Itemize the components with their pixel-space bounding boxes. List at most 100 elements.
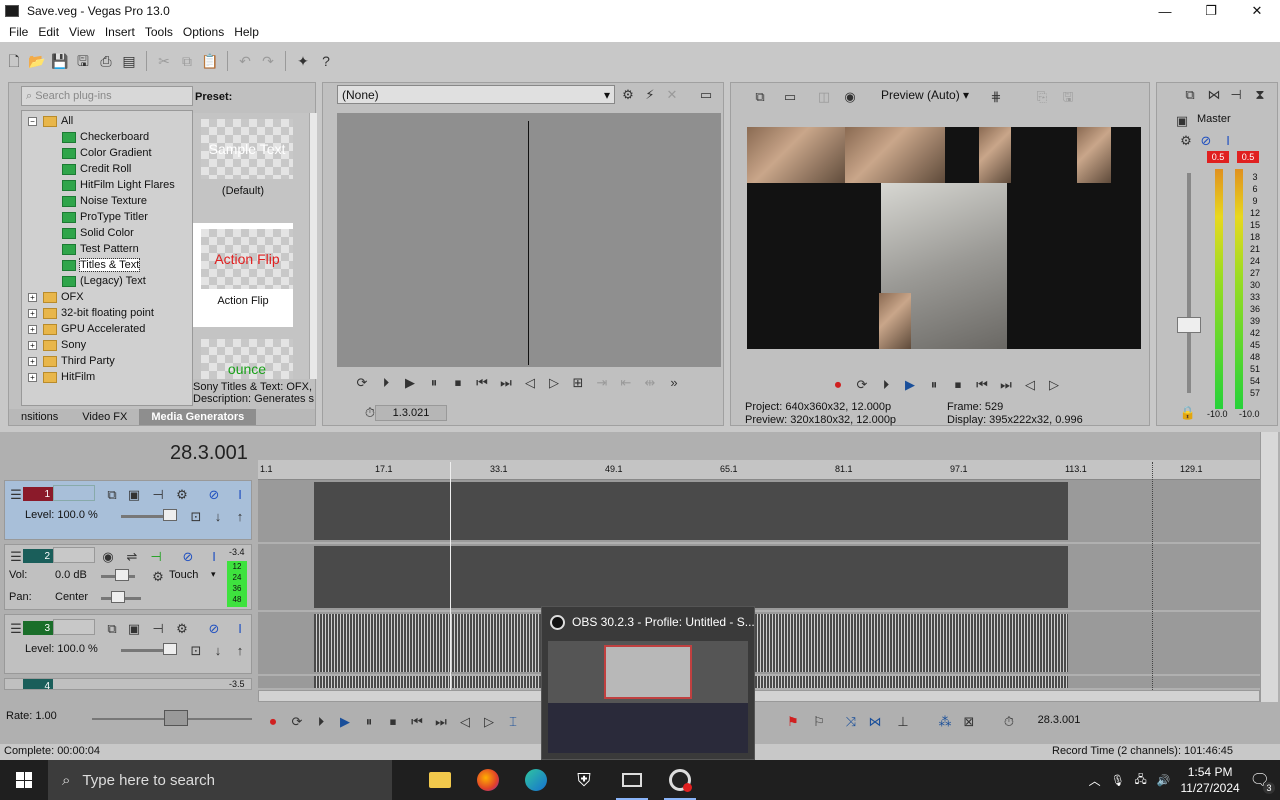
peak-left[interactable]: 0.5 bbox=[1207, 151, 1229, 163]
paste-icon[interactable]: 📋 bbox=[201, 52, 219, 70]
expand-icon[interactable]: + bbox=[28, 340, 37, 350]
next-frame-icon[interactable]: ▷ bbox=[1045, 375, 1063, 393]
solo-icon[interactable]: I bbox=[231, 485, 249, 503]
mixer-insert-icon[interactable]: ⧉ bbox=[1181, 85, 1199, 103]
collapse-icon[interactable]: − bbox=[28, 116, 37, 126]
overwrite-icon[interactable]: ⇤ bbox=[617, 373, 635, 391]
menu-file[interactable]: File bbox=[4, 25, 33, 39]
master-fx-icon[interactable]: ⚙ bbox=[1177, 131, 1195, 149]
rate-slider-knob[interactable] bbox=[164, 710, 188, 726]
trimmer-effects-icon[interactable]: ⚡ bbox=[641, 85, 659, 103]
obs-thumbnail[interactable] bbox=[548, 641, 748, 753]
peak-right[interactable]: 0.5 bbox=[1237, 151, 1259, 163]
track-lane-1[interactable] bbox=[258, 480, 1260, 542]
taskbar-search-box[interactable]: ⌕ Type here to search bbox=[48, 760, 392, 800]
record-icon[interactable]: ⏺ bbox=[829, 375, 847, 393]
play-from-start-icon[interactable]: ⏵ bbox=[377, 373, 395, 391]
mute-icon[interactable]: ⊘ bbox=[179, 547, 197, 565]
copy-snapshot-icon[interactable]: ⎘ bbox=[1033, 87, 1051, 105]
lock-icon[interactable]: 🔒 bbox=[1179, 403, 1197, 421]
solo-icon[interactable]: I bbox=[231, 619, 249, 637]
mixer-mute-icon[interactable]: ⧗ bbox=[1251, 85, 1269, 103]
trimmer-media-select[interactable]: (None) ▾ bbox=[337, 85, 615, 104]
expand-icon[interactable]: + bbox=[28, 292, 37, 302]
play-from-start-icon[interactable]: ⏵ bbox=[312, 712, 330, 730]
master-solo-icon[interactable]: I bbox=[1219, 131, 1237, 149]
go-to-end-icon[interactable]: ⏭ bbox=[432, 712, 450, 730]
record-icon[interactable]: ⏺ bbox=[264, 712, 282, 730]
track-name-field[interactable] bbox=[53, 547, 95, 563]
save-as-icon[interactable]: 🖫 bbox=[74, 52, 92, 70]
enable-snapping-icon[interactable]: ⤨ bbox=[842, 712, 860, 730]
composite-icon[interactable]: ⊡ bbox=[187, 507, 205, 525]
stop-icon[interactable]: ⏹ bbox=[449, 373, 467, 391]
whats-this-help-icon[interactable]: ? bbox=[317, 52, 335, 70]
start-button[interactable] bbox=[0, 760, 48, 800]
tree-item[interactable]: + GPU Accelerated bbox=[28, 321, 145, 337]
invert-phase-icon[interactable]: ⇌ bbox=[123, 547, 141, 565]
automation-mode[interactable]: Touch bbox=[169, 569, 198, 581]
track-lane-3[interactable] bbox=[258, 612, 1260, 674]
pause-icon[interactable]: ⏸ bbox=[925, 375, 943, 393]
parent-track-up-icon[interactable]: ↑ bbox=[231, 507, 249, 525]
mute-icon[interactable]: ⊘ bbox=[205, 619, 223, 637]
notification-center-icon[interactable]: 🗨 3 bbox=[1250, 770, 1275, 794]
menu-help[interactable]: Help bbox=[229, 25, 264, 39]
track-header-video-1[interactable]: ☰ 1 ⧉ ▣ ⊣ ⚙ ⊘ I Level: 100.0 % ⊡ ↓ ↑ bbox=[4, 480, 252, 540]
volume-icon[interactable]: 🔊 bbox=[1157, 774, 1171, 787]
tree-item[interactable]: + OFX bbox=[28, 289, 84, 305]
loop-icon[interactable]: ⟳ bbox=[288, 712, 306, 730]
parent-track-icon[interactable]: ⊣ bbox=[149, 619, 167, 637]
preview-properties-icon[interactable]: ⧉ bbox=[751, 87, 769, 105]
menu-view[interactable]: View bbox=[64, 25, 100, 39]
redo-icon[interactable]: ↷ bbox=[259, 52, 277, 70]
add-to-timeline-icon[interactable]: ⊞ bbox=[569, 373, 587, 391]
trimmer-clear-icon[interactable]: ✕ bbox=[663, 85, 681, 103]
undo-icon[interactable]: ↶ bbox=[236, 52, 254, 70]
master-fader-track[interactable] bbox=[1187, 173, 1191, 393]
play-icon[interactable]: ▶ bbox=[401, 373, 419, 391]
timeline-vertical-scrollbar[interactable] bbox=[1260, 432, 1278, 702]
menu-insert[interactable]: Insert bbox=[100, 25, 140, 39]
expand-icon[interactable]: + bbox=[28, 372, 37, 382]
save-icon[interactable]: 💾 bbox=[51, 52, 69, 70]
timeline-ruler[interactable]: 1.1 17.1 33.1 49.1 65.1 81.1 97.1 113.1 129.1 bbox=[258, 460, 1260, 480]
trimmer-monitor-icon[interactable]: ▭ bbox=[697, 85, 715, 103]
track-header-audio-2[interactable]: ☰ 2 ◉ ⇌ ⊣ ⊘ I -3.4 12 24 36 48 Vol: 0.0 dB … bbox=[4, 544, 252, 610]
tree-item[interactable]: + Third Party bbox=[28, 353, 115, 369]
composite-icon[interactable]: ⊡ bbox=[187, 641, 205, 659]
track-name-field[interactable] bbox=[53, 619, 95, 635]
video-preview[interactable] bbox=[747, 127, 1141, 349]
obs-taskbar-preview[interactable]: OBS 30.2.3 - Profile: Untitled - S... bbox=[541, 606, 755, 760]
video-event[interactable] bbox=[314, 482, 1068, 540]
stop-icon[interactable]: ⏹ bbox=[949, 375, 967, 393]
child-track-icon[interactable]: ↓ bbox=[209, 641, 227, 659]
insert-icon[interactable]: ⇥ bbox=[593, 373, 611, 391]
next-frame-icon[interactable]: ▷ bbox=[545, 373, 563, 391]
tree-item[interactable]: Test Pattern bbox=[62, 241, 139, 257]
tree-item[interactable]: Credit Roll bbox=[62, 161, 131, 177]
tree-item[interactable]: Titles & Text bbox=[62, 257, 141, 273]
ignore-grouping-icon[interactable]: ⁂ bbox=[936, 712, 954, 730]
track-fx-icon[interactable]: ⊣ bbox=[147, 547, 165, 565]
previous-frame-icon[interactable]: ◁ bbox=[456, 712, 474, 730]
stop-icon[interactable]: ⏹ bbox=[384, 712, 402, 730]
properties-wand-icon[interactable]: ✦ bbox=[294, 52, 312, 70]
minimize-button[interactable]: — bbox=[1142, 0, 1188, 22]
pause-icon[interactable]: ⏸ bbox=[360, 712, 378, 730]
mute-icon[interactable]: ⊘ bbox=[205, 485, 223, 503]
track-motion-icon[interactable]: ▣ bbox=[125, 619, 143, 637]
expand-icon[interactable]: + bbox=[28, 324, 37, 334]
obs-taskbar[interactable] bbox=[656, 760, 704, 800]
tree-item[interactable]: + Sony bbox=[28, 337, 86, 353]
child-track-icon[interactable]: ↓ bbox=[209, 507, 227, 525]
track-fx-icon[interactable]: ⚙ bbox=[173, 619, 191, 637]
expand-icon[interactable]: + bbox=[28, 308, 37, 318]
save-snapshot-icon[interactable]: 🖫 bbox=[1059, 87, 1077, 105]
level-slider-knob[interactable] bbox=[163, 643, 177, 655]
pan-slider-knob[interactable] bbox=[111, 591, 125, 603]
menu-edit[interactable]: Edit bbox=[33, 25, 64, 39]
chevron-up-icon[interactable]: ︿ bbox=[1089, 772, 1101, 789]
lock-envelopes-icon[interactable]: ⊥ bbox=[894, 712, 912, 730]
parent-track-icon[interactable]: ⊣ bbox=[149, 485, 167, 503]
